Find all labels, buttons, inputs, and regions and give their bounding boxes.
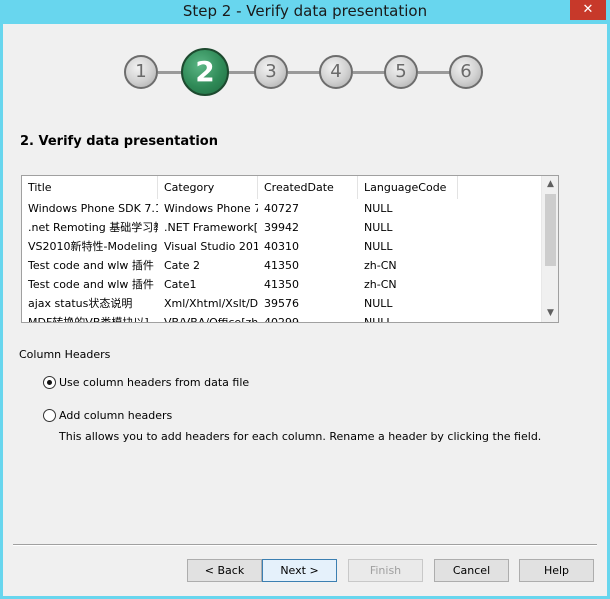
table-row[interactable]: Test code and wlw 插件 Cate1 41350 zh-CN — [22, 275, 542, 294]
column-header-createddate[interactable]: CreatedDate — [258, 176, 358, 199]
table-row[interactable]: VS2010新特性-Modeling I Visual Studio 2010,… — [22, 237, 542, 256]
step-connector — [288, 71, 322, 74]
table-row[interactable]: .net Remoting 基础学习教 .NET Framework[zh 39… — [22, 218, 542, 237]
add-headers-label[interactable]: Add column headers — [59, 409, 172, 422]
dialog-client-area: 1 2 3 4 5 6 2. Verify data presentation … — [3, 24, 607, 596]
cell-category: Cate1 — [164, 278, 197, 291]
table-row[interactable]: Test code and wlw 插件 Cate 2 41350 zh-CN — [22, 256, 542, 275]
step-1: 1 — [124, 55, 158, 89]
cell-title: VS2010新特性-Modeling I — [28, 240, 158, 253]
cell-title: .net Remoting 基础学习教 — [28, 221, 158, 234]
footer-divider — [13, 544, 597, 546]
cell-createddate: 40299 — [264, 316, 299, 323]
use-headers-radio[interactable] — [43, 376, 56, 389]
column-header-languagecode[interactable]: LanguageCode — [358, 176, 458, 199]
title-bar[interactable]: Step 2 - Verify data presentation ✕ — [0, 0, 610, 24]
cell-title: Windows Phone SDK 7.1 — [28, 202, 158, 215]
column-header-category[interactable]: Category — [158, 176, 258, 199]
cell-languagecode: NULL — [364, 202, 393, 215]
help-button[interactable]: Help — [519, 559, 594, 582]
add-headers-hint: This allows you to add headers for each … — [59, 430, 542, 443]
wizard-window: Step 2 - Verify data presentation ✕ 1 2 … — [0, 0, 610, 599]
vertical-scrollbar[interactable]: ▲ ▼ — [541, 176, 558, 322]
cell-category: Visual Studio 2010, — [164, 240, 258, 253]
step-connector — [418, 71, 452, 74]
scroll-down-icon[interactable]: ▼ — [542, 305, 558, 322]
cell-title: Test code and wlw 插件 — [28, 278, 154, 291]
cell-createddate: 40727 — [264, 202, 299, 215]
column-header-title[interactable]: Title — [22, 176, 158, 199]
step-4: 4 — [319, 55, 353, 89]
step-5: 5 — [384, 55, 418, 89]
column-headers-group-label: Column Headers — [19, 348, 111, 361]
step-6: 6 — [449, 55, 483, 89]
table-header: Title Category CreatedDate LanguageCode — [22, 176, 542, 199]
table-row[interactable]: ajax status状态说明 Xml/Xhtml/Xslt/Dh 39576 … — [22, 294, 542, 313]
table-row[interactable]: MDF转换的VB类模块以] VB/VBA/Office[zh 40299 NUL… — [22, 313, 542, 323]
cell-title: Test code and wlw 插件 — [28, 259, 154, 272]
cell-createddate: 41350 — [264, 278, 299, 291]
cell-languagecode: zh-CN — [364, 278, 397, 291]
back-button[interactable]: < Back — [187, 559, 262, 582]
section-title: 2. Verify data presentation — [20, 134, 218, 149]
cell-languagecode: NULL — [364, 316, 393, 323]
cell-languagecode: zh-CN — [364, 259, 397, 272]
cell-createddate: 39942 — [264, 221, 299, 234]
scroll-thumb[interactable] — [545, 194, 556, 266]
scroll-up-icon[interactable]: ▲ — [542, 176, 558, 193]
step-3: 3 — [254, 55, 288, 89]
cell-title: ajax status状态说明 — [28, 297, 133, 310]
cell-category: Xml/Xhtml/Xslt/Dh — [164, 297, 258, 310]
step-connector — [353, 71, 387, 74]
cell-languagecode: NULL — [364, 297, 393, 310]
cell-title: MDF转换的VB类模块以] — [28, 316, 149, 323]
window-title: Step 2 - Verify data presentation — [182, 2, 428, 20]
cell-createddate: 41350 — [264, 259, 299, 272]
cell-category: Windows Phone 7[ — [164, 202, 258, 215]
cell-languagecode: NULL — [364, 240, 393, 253]
cell-category: .NET Framework[zh — [164, 221, 258, 234]
cell-createddate: 40310 — [264, 240, 299, 253]
cell-createddate: 39576 — [264, 297, 299, 310]
cell-category: VB/VBA/Office[zh — [164, 316, 258, 323]
close-icon[interactable]: ✕ — [570, 0, 606, 20]
next-button[interactable]: Next > — [262, 559, 337, 582]
step-indicator: 1 2 3 4 5 6 — [3, 24, 607, 124]
use-headers-label[interactable]: Use column headers from data file — [59, 376, 249, 389]
cancel-button[interactable]: Cancel — [434, 559, 509, 582]
cell-category: Cate 2 — [164, 259, 200, 272]
cell-languagecode: NULL — [364, 221, 393, 234]
data-preview-table[interactable]: Title Category CreatedDate LanguageCode … — [21, 175, 559, 323]
table-row[interactable]: Windows Phone SDK 7.1 Windows Phone 7[ 4… — [22, 199, 542, 218]
add-headers-radio[interactable] — [43, 409, 56, 422]
finish-button[interactable]: Finish — [348, 559, 423, 582]
step-2-current: 2 — [181, 48, 229, 96]
